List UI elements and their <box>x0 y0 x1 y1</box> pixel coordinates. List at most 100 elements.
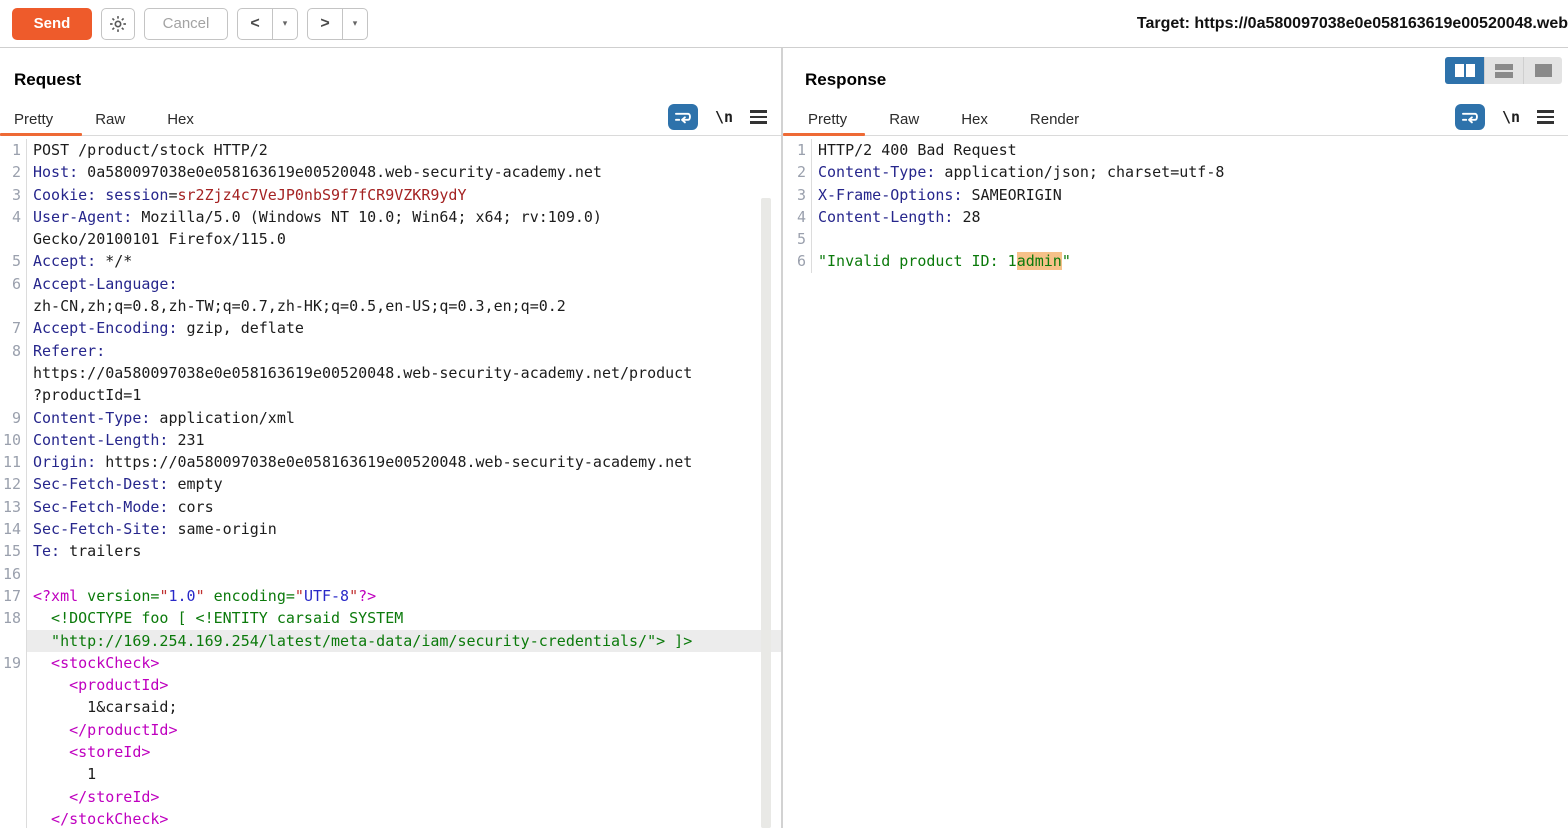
code-line[interactable]: https://0a580097038e0e058163619e00520048… <box>0 362 781 384</box>
line-number: 5 <box>783 228 812 250</box>
response-editor[interactable]: 1HTTP/2 400 Bad Request2Content-Type: ap… <box>783 136 1568 828</box>
cancel-button[interactable]: Cancel <box>144 8 228 40</box>
rows-layout-icon <box>1495 64 1513 78</box>
code-line[interactable]: zh-CN,zh;q=0.8,zh-TW;q=0.7,zh-HK;q=0.5,e… <box>0 295 781 317</box>
next-request-group: > ▾ <box>307 8 368 40</box>
request-editor[interactable]: 1POST /product/stock HTTP/22Host: 0a5800… <box>0 136 781 828</box>
code-line[interactable]: 18 <!DOCTYPE foo [ <!ENTITY carsaid SYST… <box>0 607 781 629</box>
line-number: 2 <box>783 161 812 183</box>
line-number: 3 <box>783 184 812 206</box>
code-line[interactable]: 5 <box>783 228 1568 250</box>
code-line[interactable]: 5Accept: */* <box>0 250 781 272</box>
line-number: 5 <box>0 250 27 272</box>
request-editor-icons: \n <box>668 104 767 130</box>
layout-single-button[interactable] <box>1523 57 1562 84</box>
word-wrap-icon <box>673 110 692 125</box>
code-line[interactable]: 4Content-Length: 28 <box>783 206 1568 228</box>
line-number <box>0 763 27 785</box>
show-newlines-icon[interactable]: \n <box>715 108 733 126</box>
code-line[interactable]: 7Accept-Encoding: gzip, deflate <box>0 317 781 339</box>
line-number <box>0 295 27 317</box>
response-tab-pretty[interactable]: Pretty <box>808 111 847 128</box>
code-line[interactable]: 2Host: 0a580097038e0e058163619e00520048.… <box>0 161 781 183</box>
request-header: Request Pretty Raw Hex <box>0 48 781 136</box>
line-number <box>0 384 27 406</box>
code-line[interactable]: 3X-Frame-Options: SAMEORIGIN <box>783 184 1568 206</box>
code-line[interactable]: 10Content-Length: 231 <box>0 429 781 451</box>
line-number: 9 <box>0 407 27 429</box>
code-line[interactable]: 4User-Agent: Mozilla/5.0 (Windows NT 10.… <box>0 206 781 228</box>
code-line[interactable]: 6Accept-Language: <box>0 273 781 295</box>
code-line[interactable]: </stockCheck> <box>0 808 781 828</box>
line-number <box>0 808 27 828</box>
request-code: 1POST /product/stock HTTP/22Host: 0a5800… <box>0 136 781 828</box>
prev-request-dropdown[interactable]: ▾ <box>273 9 297 39</box>
code-line[interactable]: 15Te: trailers <box>0 540 781 562</box>
response-title: Response <box>805 70 886 90</box>
request-scrollbar-thumb[interactable] <box>761 198 771 828</box>
line-number <box>0 741 27 763</box>
line-number: 13 <box>0 496 27 518</box>
response-tab-render[interactable]: Render <box>1030 111 1079 128</box>
word-wrap-toggle[interactable] <box>668 104 698 130</box>
line-number: 1 <box>0 139 27 161</box>
code-line[interactable]: 6"Invalid product ID: 1admin" <box>783 250 1568 272</box>
line-number <box>0 228 27 250</box>
prev-request-button[interactable]: < <box>238 9 272 39</box>
layout-rows-button[interactable] <box>1484 57 1523 84</box>
code-line[interactable]: 13Sec-Fetch-Mode: cors <box>0 496 781 518</box>
code-line[interactable]: "http://169.254.169.254/latest/meta-data… <box>0 630 781 652</box>
line-number: 8 <box>0 340 27 362</box>
code-line[interactable]: 11Origin: https://0a580097038e0e05816361… <box>0 451 781 473</box>
response-editor-icons: \n <box>1455 104 1554 130</box>
word-wrap-toggle[interactable] <box>1455 104 1485 130</box>
layout-columns-button[interactable] <box>1445 57 1484 84</box>
line-number <box>0 696 27 718</box>
line-number <box>0 674 27 696</box>
line-number: 3 <box>0 184 27 206</box>
request-tab-pretty[interactable]: Pretty <box>14 111 53 128</box>
send-button[interactable]: Send <box>12 8 92 40</box>
code-line[interactable]: ?productId=1 <box>0 384 781 406</box>
code-line[interactable]: 2Content-Type: application/json; charset… <box>783 161 1568 183</box>
code-line[interactable]: Gecko/20100101 Firefox/115.0 <box>0 228 781 250</box>
send-settings-button[interactable] <box>101 8 135 40</box>
code-line[interactable]: 14Sec-Fetch-Site: same-origin <box>0 518 781 540</box>
code-line[interactable]: 1HTTP/2 400 Bad Request <box>783 139 1568 161</box>
next-request-dropdown[interactable]: ▾ <box>343 9 367 39</box>
line-number: 2 <box>0 161 27 183</box>
code-line[interactable]: 8Referer: <box>0 340 781 362</box>
code-line[interactable]: 3Cookie: session=sr2Zjz4c7VeJP0nbS9f7fCR… <box>0 184 781 206</box>
request-tab-raw[interactable]: Raw <box>95 111 125 128</box>
prev-request-group: < ▾ <box>237 8 298 40</box>
response-code: 1HTTP/2 400 Bad Request2Content-Type: ap… <box>783 136 1568 273</box>
code-line[interactable]: 12Sec-Fetch-Dest: empty <box>0 473 781 495</box>
next-request-button[interactable]: > <box>308 9 342 39</box>
code-line[interactable]: 9Content-Type: application/xml <box>0 407 781 429</box>
response-tab-hex[interactable]: Hex <box>961 111 988 128</box>
code-line[interactable]: 17<?xml version="1.0" encoding="UTF-8"?> <box>0 585 781 607</box>
line-number: 14 <box>0 518 27 540</box>
word-wrap-icon <box>1460 110 1479 125</box>
code-line[interactable]: 19 <stockCheck> <box>0 652 781 674</box>
code-line[interactable]: 1&carsaid; <box>0 696 781 718</box>
response-tab-raw[interactable]: Raw <box>889 111 919 128</box>
code-line[interactable]: <storeId> <box>0 741 781 763</box>
code-line[interactable]: 1POST /product/stock HTTP/2 <box>0 139 781 161</box>
editor-menu-icon[interactable] <box>750 110 767 124</box>
layout-switcher <box>1445 57 1562 84</box>
show-newlines-icon[interactable]: \n <box>1502 108 1520 126</box>
code-line[interactable]: </productId> <box>0 719 781 741</box>
response-panel: Response Pretty Raw Hex Render <box>783 48 1568 828</box>
toolbar: Send Cancel < ▾ > ▾ Target: https://0a58… <box>0 0 1568 48</box>
code-line[interactable]: 16 <box>0 563 781 585</box>
gear-icon <box>108 14 128 34</box>
line-number <box>0 630 27 652</box>
request-tab-hex[interactable]: Hex <box>167 111 194 128</box>
line-number: 19 <box>0 652 27 674</box>
editor-menu-icon[interactable] <box>1537 110 1554 124</box>
code-line[interactable]: <productId> <box>0 674 781 696</box>
code-line[interactable]: </storeId> <box>0 786 781 808</box>
line-number: 15 <box>0 540 27 562</box>
code-line[interactable]: 1 <box>0 763 781 785</box>
